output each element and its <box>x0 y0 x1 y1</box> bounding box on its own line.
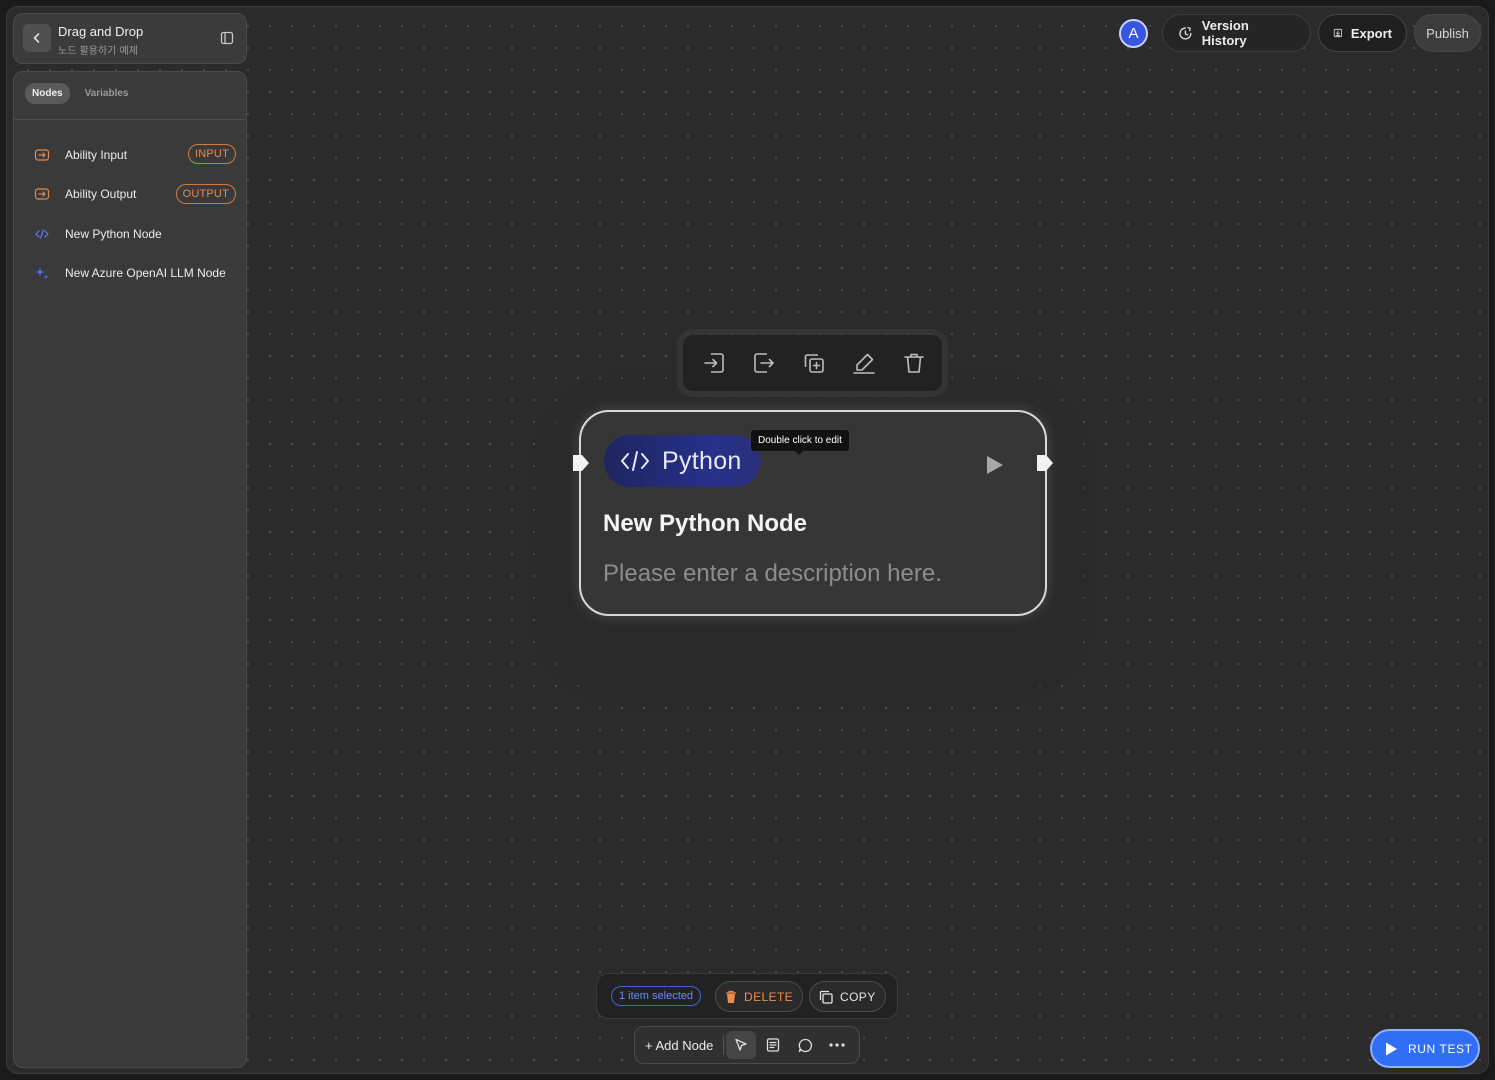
sidebar-toggle-icon[interactable] <box>220 31 234 45</box>
chevron-left-icon <box>33 33 40 43</box>
edit-icon[interactable] <box>849 348 879 378</box>
divider <box>723 1035 725 1055</box>
selection-count: 1 item selected <box>611 986 701 1006</box>
export-button[interactable]: Export <box>1318 14 1407 52</box>
sidebar-item-label: Ability Input <box>65 147 128 162</box>
input-handle-icon[interactable] <box>570 452 592 474</box>
node-list: Ability Input INPUT Ability Output OUTPU… <box>14 135 246 293</box>
select-tool-button[interactable] <box>726 1031 757 1059</box>
node-type-chip: Python <box>604 435 761 487</box>
sidebar-item-label: Ability Output <box>65 187 137 202</box>
play-icon <box>1386 1042 1397 1055</box>
input-badge: INPUT <box>188 144 236 164</box>
sidebar-item-ability-output[interactable]: Ability Output OUTPUT <box>14 175 246 215</box>
code-icon <box>621 451 649 471</box>
more-button[interactable] <box>822 1031 852 1059</box>
node-description: Please enter a description here. <box>603 560 942 587</box>
ability-io-icon <box>33 185 51 203</box>
sparkle-icon <box>33 264 51 282</box>
comment-tool-button[interactable] <box>790 1031 820 1059</box>
export-icon <box>1333 28 1342 38</box>
copy-button[interactable]: COPY <box>809 981 886 1012</box>
node-title: New Python Node <box>603 510 808 537</box>
sidebar-item-label: New Azure OpenAI LLM Node <box>65 266 226 281</box>
code-icon <box>33 225 51 243</box>
run-test-button[interactable]: RUN TEST <box>1370 1029 1480 1068</box>
sidebar-item-azure-openai-node[interactable]: New Azure OpenAI LLM Node <box>14 254 246 294</box>
version-history-label: Version History <box>1201 18 1249 48</box>
output-handle-icon[interactable] <box>1034 452 1056 474</box>
history-icon <box>1179 26 1192 40</box>
comment-icon <box>798 1038 812 1052</box>
copy-icon <box>819 990 833 1004</box>
node-type-label: Python <box>662 446 742 475</box>
python-node-card[interactable]: Python Double click to edit New Python N… <box>579 410 1047 616</box>
project-title: Drag and Drop <box>58 24 144 39</box>
divider <box>14 119 246 120</box>
sidebar-item-ability-input[interactable]: Ability Input INPUT <box>14 135 246 175</box>
project-subtitle: 노드 활용하기 예제 <box>58 46 138 57</box>
project-header: Drag and Drop 노드 활용하기 예제 <box>13 13 247 64</box>
tab-nodes[interactable]: Nodes <box>25 83 70 104</box>
delete-label: DELETE <box>744 989 794 1004</box>
tab-variables[interactable]: Variables <box>78 83 136 104</box>
add-node-button[interactable]: + Add Node <box>635 1038 723 1053</box>
sidebar-tabs: Nodes Variables <box>25 83 135 104</box>
edit-tooltip: Double click to edit <box>751 430 849 455</box>
selection-bar: 1 item selected DELETE COPY <box>596 973 898 1019</box>
user-avatar[interactable]: A <box>1119 19 1148 48</box>
output-icon[interactable] <box>749 348 779 378</box>
version-history-button[interactable]: Version History <box>1162 14 1311 52</box>
delete-button[interactable]: DELETE <box>715 981 804 1012</box>
output-badge: OUTPUT <box>175 183 236 204</box>
play-icon[interactable] <box>985 454 1005 476</box>
sidebar-item-python-node[interactable]: New Python Node <box>14 214 246 254</box>
back-button[interactable] <box>23 24 51 52</box>
copy-label: COPY <box>840 989 876 1004</box>
more-horizontal-icon <box>829 1043 845 1047</box>
note-tool-button[interactable] <box>758 1031 788 1059</box>
ability-io-icon <box>33 146 51 164</box>
publish-button[interactable]: Publish <box>1414 14 1481 52</box>
cursor-icon <box>735 1038 747 1051</box>
trash-icon <box>726 990 736 1003</box>
duplicate-icon[interactable] <box>799 348 829 378</box>
note-icon <box>767 1038 780 1052</box>
export-label: Export <box>1350 25 1392 41</box>
node-toolbar <box>683 335 942 391</box>
run-test-label: RUN TEST <box>1408 1041 1473 1056</box>
canvas-toolbar: + Add Node <box>634 1026 860 1064</box>
trash-icon[interactable] <box>899 348 929 378</box>
sidebar: Nodes Variables Ability Input INPUT Abil… <box>13 71 247 1068</box>
input-icon[interactable] <box>699 348 729 378</box>
sidebar-item-label: New Python Node <box>65 226 162 241</box>
